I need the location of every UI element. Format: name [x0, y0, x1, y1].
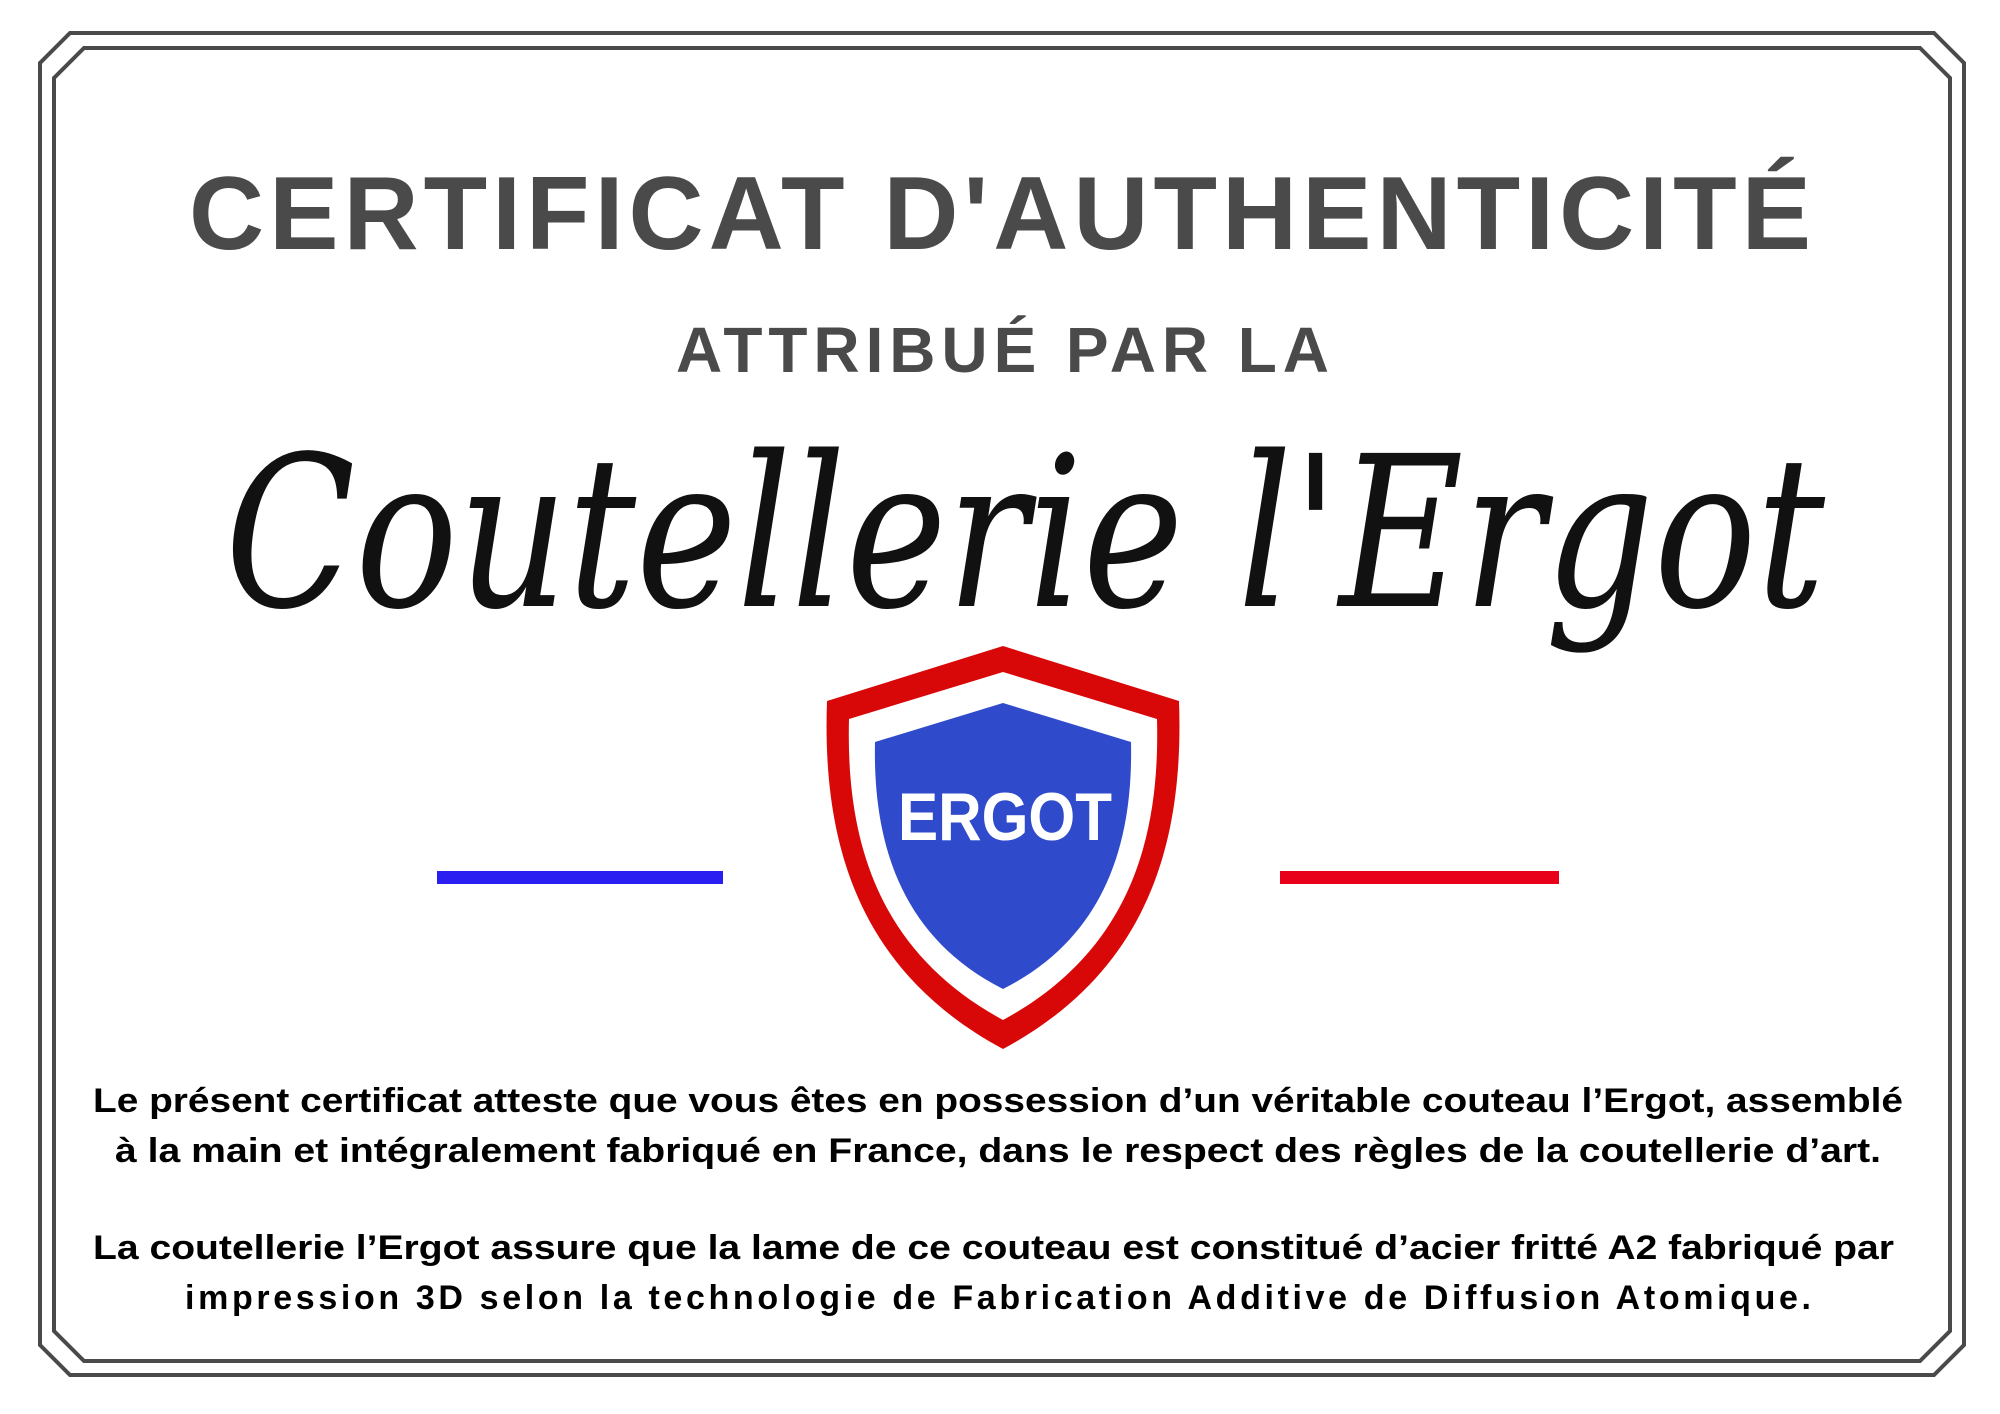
paragraph1-line1: Le présent certificat atteste que vous ê… [93, 1082, 1903, 1120]
shield-label: ERGOT [898, 779, 1112, 855]
certificate-title: CERTIFICAT D'AUTHENTICITÉ [189, 156, 1811, 272]
brand-script-name: Coutellerie l'Ergot [225, 411, 1825, 656]
ergot-shield-logo: ERGOT [826, 646, 1180, 1049]
paragraph2-line2: impression 3D selon la technologie de Fa… [185, 1279, 1811, 1317]
paragraph1-line2: à la main et intégralement fabriqué en F… [115, 1132, 1881, 1170]
blue-divider-line [437, 871, 723, 884]
paragraph2-line1: La coutellerie l’Ergot assure que la lam… [93, 1229, 1894, 1267]
certificate-subtitle: ATTRIBUÉ PAR LA [676, 314, 1329, 386]
red-divider-line [1280, 871, 1559, 884]
certificate-canvas: CERTIFICAT D'AUTHENTICITÉ ATTRIBUÉ PAR L… [38, 31, 1966, 1377]
